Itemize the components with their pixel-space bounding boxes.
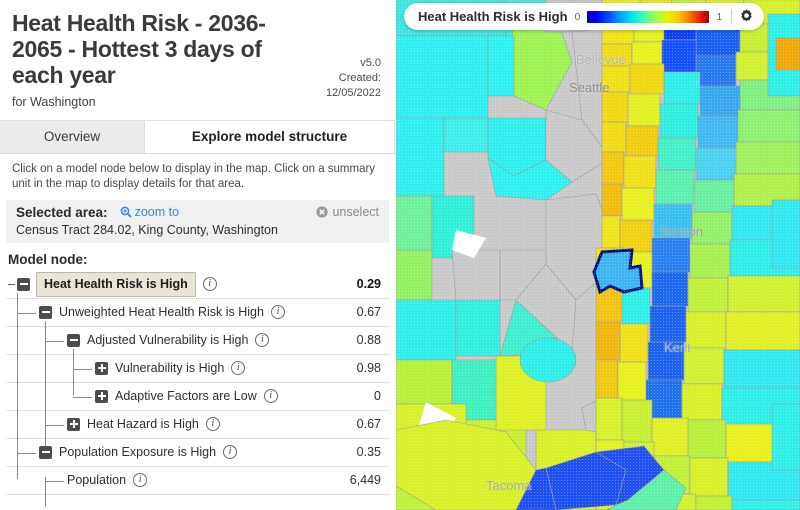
page-title: Heat Health Risk - 2036-2065 - Hottest 3… xyxy=(12,10,266,89)
version-info: v5.0 Created: 12/05/2022 xyxy=(326,56,381,101)
tab-explore-model-structure[interactable]: Explore model structure xyxy=(145,120,395,153)
tree-node-value: 6,449 xyxy=(349,473,381,488)
zoom-to-label: zoom to xyxy=(134,205,180,220)
tree-dash xyxy=(8,283,15,285)
map-choropleth[interactable] xyxy=(396,0,800,510)
info-icon[interactable]: i xyxy=(133,473,148,488)
tab-overview[interactable]: Overview xyxy=(0,120,145,153)
legend-title: Heat Health Risk is High xyxy=(418,9,568,24)
map-label-seattle: Seattle xyxy=(569,80,610,95)
collapse-toggle[interactable] xyxy=(39,305,52,319)
tree-row[interactable]: Adaptive Factors are Low i 0 xyxy=(6,383,389,411)
info-icon[interactable]: i xyxy=(270,305,285,320)
model-node-heading: Model node: xyxy=(8,251,88,267)
tree-row[interactable]: Adjusted Vulnerability is High i 0.88 xyxy=(6,327,389,355)
map-legend: Heat Health Risk is High 0 1 xyxy=(404,3,765,30)
map-view[interactable]: Seattle Bellevue Renton Kent Tacoma Heat… xyxy=(396,0,800,510)
tree-node-label: Population xyxy=(67,473,127,488)
tree-node-value: 0 xyxy=(374,389,381,404)
gear-icon[interactable] xyxy=(739,9,754,24)
tree-node-value: 0.98 xyxy=(356,361,381,376)
info-icon[interactable]: i xyxy=(231,361,246,376)
zoom-to-button[interactable]: zoom to xyxy=(120,205,179,219)
info-icon[interactable]: i xyxy=(223,445,238,460)
tree-row[interactable]: Heat Health Risk is High i 0.29 xyxy=(6,271,389,299)
instruction-text: Click on a model node below to display i… xyxy=(12,162,376,191)
tree-node-value: 0.29 xyxy=(356,277,381,292)
tab-bar: Overview Explore model structure xyxy=(0,119,395,153)
close-circle-icon xyxy=(316,206,329,218)
map-label-kent: Kent xyxy=(664,340,691,355)
legend-color-ramp xyxy=(587,10,710,23)
info-icon[interactable]: i xyxy=(263,389,278,404)
tree-node-value: 0.35 xyxy=(356,445,381,460)
magnifier-plus-icon xyxy=(120,206,132,218)
legend-divider xyxy=(731,9,733,24)
info-icon[interactable]: i xyxy=(255,333,270,348)
created-label: Created: xyxy=(338,71,381,84)
map-label-bellevue: Bellevue xyxy=(576,52,626,67)
tree-node-value: 0.67 xyxy=(356,305,381,320)
tree-row[interactable]: Vulnerability is High i 0.98 xyxy=(6,355,389,383)
collapse-toggle[interactable] xyxy=(67,333,80,347)
tree-row[interactable]: Population i 6,449 xyxy=(6,467,389,495)
tree-node-label: Vulnerability is High xyxy=(115,361,225,376)
model-node-tree: Heat Health Risk is High i 0.29 Unweight… xyxy=(6,271,389,507)
tree-node-value: 0.67 xyxy=(356,417,381,432)
tree-node-label: Unweighted Heat Health Risk is High xyxy=(59,305,264,320)
collapse-toggle[interactable] xyxy=(17,277,30,291)
selected-area-name: Census Tract 284.02, King County, Washin… xyxy=(16,222,278,237)
unselect-label: unselect xyxy=(332,205,379,220)
application-window: Heat Health Risk - 2036-2065 - Hottest 3… xyxy=(0,0,800,510)
tree-node-label: Heat Hazard is High xyxy=(87,417,199,432)
unselect-button[interactable]: unselect xyxy=(316,205,379,219)
tree-node-value: 0.88 xyxy=(356,333,381,348)
tree-row[interactable]: Population Exposure is High i 0.35 xyxy=(6,439,389,467)
legend-max-value: 1 xyxy=(716,10,723,23)
selected-area-header: Selected area: zoom to unselect xyxy=(16,205,379,220)
tree-node-label: Population Exposure is High xyxy=(59,445,217,460)
tree-row[interactable]: Heat Hazard is High i 0.67 xyxy=(6,411,389,439)
created-date: 12/05/2022 xyxy=(325,86,381,99)
info-icon[interactable]: i xyxy=(202,277,217,292)
map-label-tacoma: Tacoma xyxy=(486,478,532,493)
expand-toggle[interactable] xyxy=(95,389,108,403)
tree-node-label: Heat Health Risk is High xyxy=(44,276,188,291)
tree-node-label: Adaptive Factors are Low xyxy=(115,389,257,404)
selected-area-label: Selected area: xyxy=(16,204,108,220)
expand-toggle[interactable] xyxy=(95,361,108,375)
tree-node-label: Adjusted Vulnerability is High xyxy=(87,333,249,348)
panel-header: Heat Health Risk - 2036-2065 - Hottest 3… xyxy=(0,0,395,113)
map-label-renton: Renton xyxy=(661,224,703,239)
left-panel: Heat Health Risk - 2036-2065 - Hottest 3… xyxy=(0,0,395,510)
collapse-toggle[interactable] xyxy=(39,445,52,459)
expand-toggle[interactable] xyxy=(67,417,80,431)
version-number: v5.0 xyxy=(360,57,381,69)
tree-row[interactable]: Unweighted Heat Health Risk is High i 0.… xyxy=(6,299,389,327)
info-icon[interactable]: i xyxy=(205,417,220,432)
selected-area-panel: Selected area: zoom to unselect Census T… xyxy=(6,199,389,243)
legend-min-value: 0 xyxy=(574,10,581,23)
